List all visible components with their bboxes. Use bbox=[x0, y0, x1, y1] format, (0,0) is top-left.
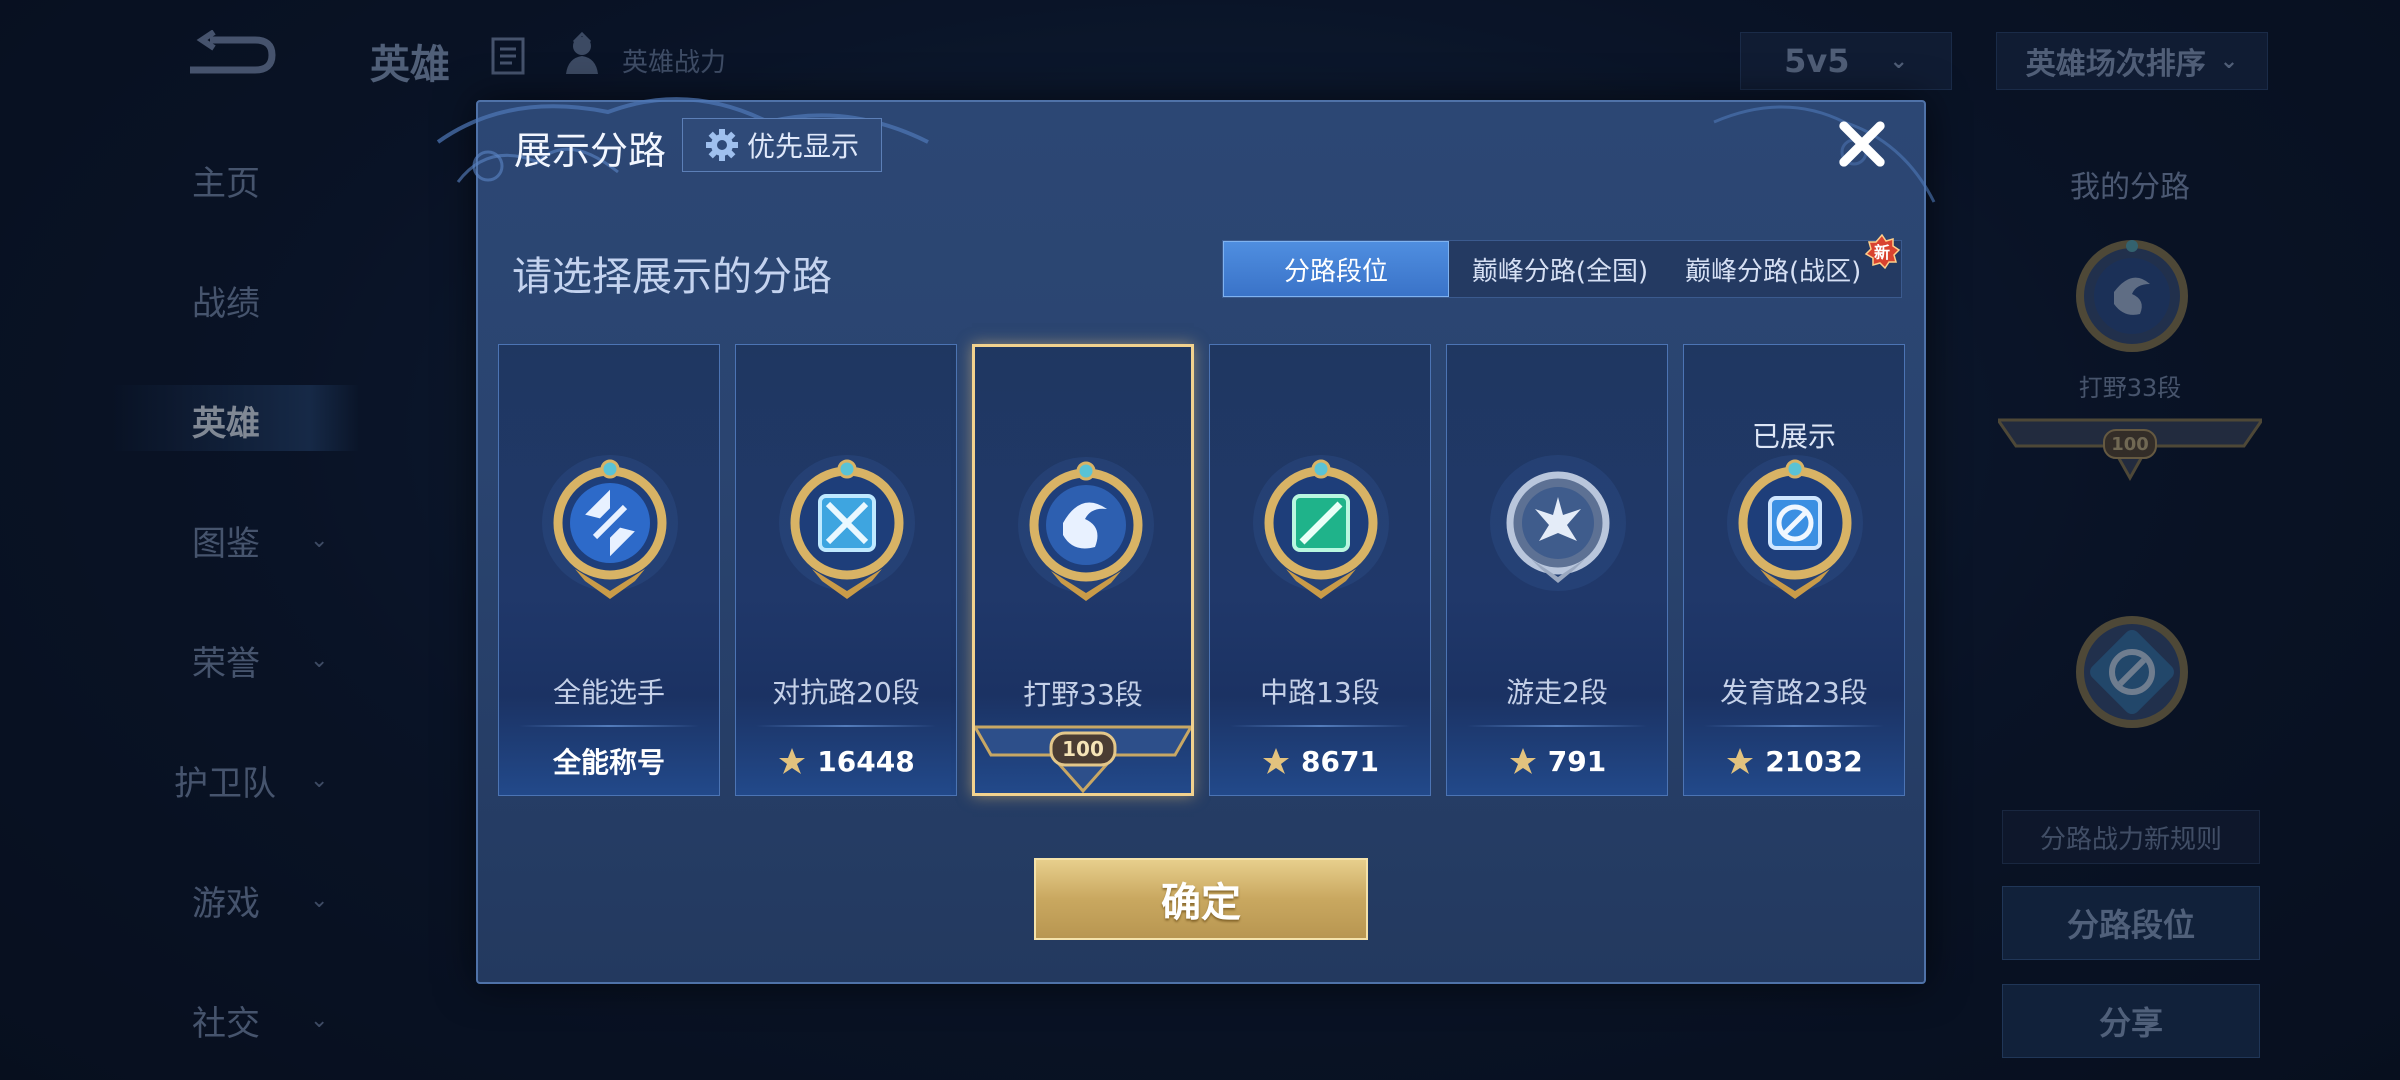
new-badge: 新 bbox=[1864, 234, 1900, 270]
sidebar-item-handbook[interactable]: 图鉴 ⌄ bbox=[120, 500, 360, 580]
new-badge-text: 新 bbox=[1874, 243, 1890, 262]
close-icon bbox=[1839, 121, 1885, 167]
power-icon bbox=[779, 748, 806, 774]
share-button[interactable]: 分享 bbox=[2002, 984, 2260, 1058]
lane-card-name: 打野33段 bbox=[1023, 678, 1143, 711]
lane-card-score: 8671 bbox=[1210, 739, 1430, 783]
dialog-subtitle: 请选择展示的分路 bbox=[512, 254, 832, 300]
lane-power-rule-link[interactable]: 分路战力新规则 bbox=[2002, 810, 2260, 864]
lane-card-allround[interactable]: 全能选手 全能称号 bbox=[498, 344, 720, 796]
power-icon bbox=[1727, 748, 1754, 774]
my-lane-panel: 我的分路 打野33段 100 分路战力新规则 分路段位 分享 bbox=[1990, 150, 2270, 1058]
lane-display-dialog: 展示分路 优先显示 请选择展示的分路 分路段位 巅峰分路(全国) 巅峰分路(战区… bbox=[436, 97, 1936, 984]
divider bbox=[756, 725, 936, 727]
document-icon[interactable] bbox=[490, 36, 526, 76]
sidebar-item-guard[interactable]: 护卫队 ⌄ bbox=[120, 740, 360, 820]
jungle-medal-icon bbox=[1018, 457, 1154, 601]
all-round-title-text: 全能称号 bbox=[552, 746, 665, 779]
sidebar-item-home[interactable]: 主页 bbox=[120, 140, 360, 220]
lane-card-name: 对抗路20段 bbox=[772, 676, 920, 709]
lane-card-clash[interactable]: 对抗路20段 16448 bbox=[735, 344, 957, 796]
lane-card-name: 游走2段 bbox=[1506, 676, 1608, 709]
dialog-title: 展示分路 bbox=[514, 129, 667, 173]
back-button[interactable] bbox=[180, 29, 280, 80]
lane-power-value: 21032 bbox=[1765, 744, 1863, 778]
mode-select[interactable]: 5v5 ⌄ bbox=[1740, 32, 1952, 90]
confirm-button[interactable]: 确定 bbox=[1034, 858, 1368, 940]
roam-medal-icon bbox=[1490, 455, 1626, 591]
chevron-down-icon: ⌄ bbox=[310, 887, 329, 913]
allround-medal-icon bbox=[542, 455, 678, 599]
farm-lane-medal-icon bbox=[1727, 455, 1863, 599]
sidebar-item-game[interactable]: 游戏 ⌄ bbox=[120, 860, 360, 940]
sort-select-value: 英雄场次排序 bbox=[2025, 47, 2206, 82]
priority-display-button[interactable]: 优先显示 bbox=[682, 118, 882, 172]
lane-power-value: 791 bbox=[1547, 744, 1607, 778]
rank-plate-icon: 100 bbox=[975, 725, 1191, 794]
sidebar-item-social[interactable]: 社交 ⌄ bbox=[120, 980, 360, 1060]
tab-peak-national[interactable]: 巅峰分路(全国) bbox=[1449, 241, 1671, 297]
dialog-header: 展示分路 优先显示 bbox=[478, 102, 1924, 202]
lane-card-score: 21032 bbox=[1684, 739, 1904, 783]
hero-power-icon[interactable] bbox=[560, 31, 604, 76]
lane-card-title: 全能称号 bbox=[499, 739, 719, 783]
lane-power-value: 8671 bbox=[1301, 744, 1379, 778]
rank-plate-number: 100 bbox=[2111, 434, 2149, 455]
divider bbox=[1467, 725, 1647, 727]
clash-lane-medal-icon bbox=[779, 455, 915, 599]
sidebar-item-record[interactable]: 战绩 bbox=[120, 260, 360, 340]
lane-card-jungle[interactable]: 打野33段 100 bbox=[972, 344, 1194, 796]
sidebar-item-honor[interactable]: 荣誉 ⌄ bbox=[120, 620, 360, 700]
sidebar-item-label: 英雄 bbox=[192, 403, 260, 444]
lane-card-list: 全能选手 全能称号 对抗路20段 16448 打野33段 100 中路13段 8… bbox=[498, 344, 1908, 796]
rank-plate-number: 100 bbox=[1062, 737, 1104, 761]
hero-power-label[interactable]: 英雄战力 bbox=[622, 42, 726, 79]
divider bbox=[1704, 725, 1884, 727]
close-button[interactable] bbox=[1830, 112, 1894, 176]
jungle-rank-badge-icon bbox=[2076, 240, 2188, 352]
page-title: 英雄 bbox=[370, 42, 450, 88]
sort-select[interactable]: 英雄场次排序 ⌄ bbox=[1996, 32, 2268, 90]
my-lane-title: 我的分路 bbox=[2070, 170, 2190, 205]
sidebar-item-label: 主页 bbox=[192, 163, 260, 204]
back-arrow-icon bbox=[190, 29, 276, 74]
lane-card-score: 16448 bbox=[736, 739, 956, 783]
lane-card-name: 全能选手 bbox=[552, 676, 665, 709]
divider bbox=[519, 725, 699, 727]
chevron-down-icon: ⌄ bbox=[1889, 48, 1908, 74]
my-lane-badge-label: 打野33段 bbox=[2078, 374, 2182, 402]
tab-lane-rank[interactable]: 分路段位 bbox=[1223, 241, 1449, 297]
chevron-down-icon: ⌄ bbox=[310, 647, 329, 673]
gear-icon bbox=[705, 129, 738, 161]
lane-card-mid[interactable]: 中路13段 8671 bbox=[1209, 344, 1431, 796]
divider bbox=[1230, 725, 1410, 727]
lane-card-farm[interactable]: 已展示 发育路23段 21032 bbox=[1683, 344, 1905, 796]
lane-card-score: 791 bbox=[1447, 739, 1667, 783]
chevron-down-icon: ⌄ bbox=[2219, 48, 2239, 74]
mid-lane-medal-icon bbox=[1253, 455, 1389, 599]
lane-card-name: 发育路23段 bbox=[1720, 676, 1868, 709]
lane-card-roam[interactable]: 游走2段 791 bbox=[1446, 344, 1668, 796]
lane-tabs: 分路段位 巅峰分路(全国) 巅峰分路(战区) bbox=[1222, 240, 1902, 298]
farm-rank-badge-icon bbox=[2076, 616, 2188, 728]
power-icon bbox=[1263, 748, 1290, 774]
lane-power-value: 16448 bbox=[817, 744, 915, 778]
power-icon bbox=[1509, 748, 1536, 774]
lane-rank-button[interactable]: 分路段位 bbox=[2002, 886, 2260, 960]
mode-select-value: 5v5 bbox=[1784, 42, 1850, 80]
sidebar-item-label: 战绩 bbox=[192, 283, 260, 324]
priority-display-label: 优先显示 bbox=[746, 130, 859, 163]
lane-card-name: 中路13段 bbox=[1260, 676, 1380, 709]
sidebar-item-hero[interactable]: 英雄 bbox=[120, 380, 360, 460]
chevron-down-icon: ⌄ bbox=[310, 767, 329, 793]
rank-plate-icon: 100 bbox=[1998, 418, 2262, 482]
chevron-down-icon: ⌄ bbox=[310, 527, 329, 553]
sidebar: 主页 战绩 英雄 图鉴 ⌄ 荣誉 ⌄ 护卫队 ⌄ 游戏 ⌄ 社交 ⌄ bbox=[0, 120, 360, 1080]
chevron-down-icon: ⌄ bbox=[310, 1007, 329, 1033]
